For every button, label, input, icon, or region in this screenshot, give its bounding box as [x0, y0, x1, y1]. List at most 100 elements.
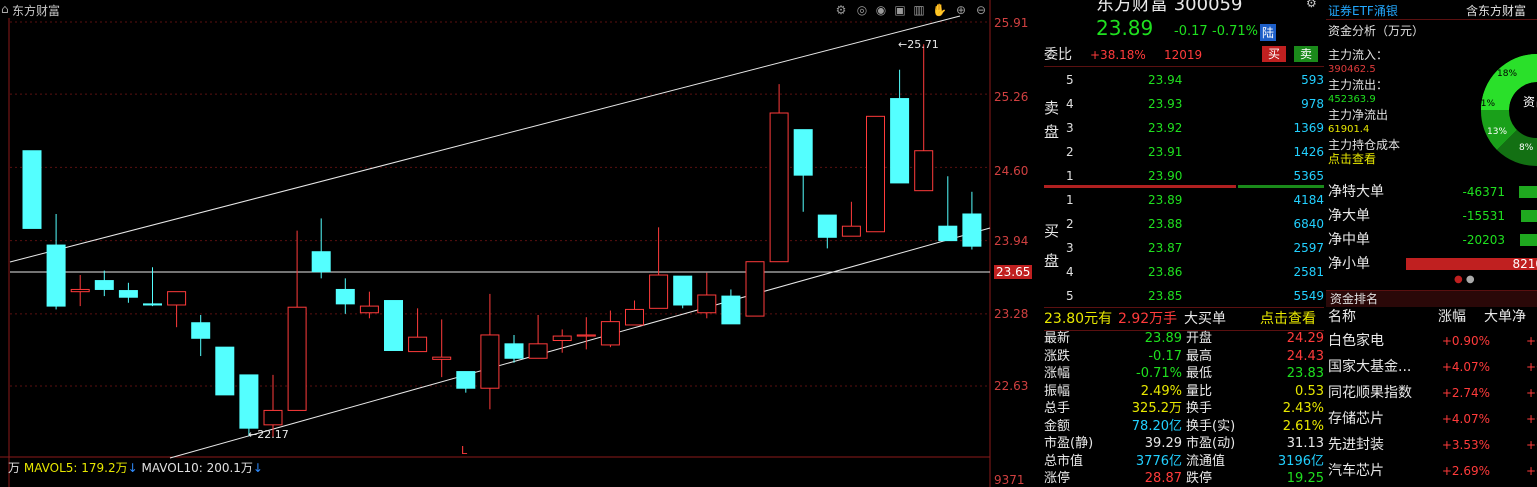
- order-volume: 593: [1301, 73, 1324, 87]
- fund-tag-contains[interactable]: 含东方财富: [1466, 2, 1526, 19]
- fund-donut-chart: 18% 11% 13% 8% 资占: [1477, 54, 1537, 167]
- order-book-row[interactable]: 1 23.89 4184: [1044, 188, 1324, 212]
- candle-body[interactable]: [384, 300, 403, 351]
- rank-change: +2.69%: [1441, 464, 1490, 478]
- rank-row[interactable]: 国家大基金... +4.07% +6: [1326, 354, 1537, 380]
- net-flow-bar: [1521, 210, 1537, 222]
- candle-body[interactable]: [263, 409, 283, 426]
- candle-body[interactable]: [143, 303, 162, 306]
- sell-button[interactable]: 卖: [1294, 46, 1318, 62]
- order-book-row[interactable]: 3 23.92 1369: [1044, 116, 1324, 140]
- candle-body[interactable]: [649, 274, 669, 309]
- delete-icon[interactable]: ▥: [912, 3, 926, 17]
- target-icon[interactable]: ◎: [855, 3, 869, 17]
- zoom-in-icon[interactable]: ⊕: [954, 3, 968, 17]
- stat-value: 28.87: [1144, 471, 1182, 486]
- rank-col-name[interactable]: 名称: [1328, 306, 1356, 328]
- rank-row[interactable]: 先进封装 +3.53% +6: [1326, 432, 1537, 458]
- buy-button[interactable]: 买: [1262, 46, 1286, 62]
- candle-body[interactable]: [191, 322, 211, 339]
- quote-panel-menu-icon[interactable]: ⚙: [1306, 0, 1317, 10]
- rank-row[interactable]: 同花顺果指数 +2.74% +6: [1326, 380, 1537, 406]
- candle-body[interactable]: [938, 225, 958, 242]
- order-book-row[interactable]: 2 23.88 6840: [1044, 212, 1324, 236]
- candle-body[interactable]: [311, 251, 331, 273]
- candle-body[interactable]: [769, 112, 789, 263]
- candle-body[interactable]: [745, 261, 765, 317]
- rank-row[interactable]: 汽车芯片 +2.69% +6: [1326, 458, 1537, 484]
- candle-body[interactable]: [793, 129, 813, 176]
- donut-center: 资占: [1523, 94, 1537, 109]
- order-level: 2: [1066, 145, 1074, 159]
- candle-body[interactable]: [866, 115, 885, 233]
- candle-body[interactable]: [167, 291, 187, 306]
- candle-body[interactable]: [625, 308, 644, 326]
- candle-body[interactable]: [841, 225, 861, 237]
- candle-body[interactable]: [46, 244, 66, 307]
- candle-body[interactable]: [528, 343, 548, 359]
- price-axis-label: 23.28: [994, 307, 1029, 321]
- fund-link[interactable]: 点击查看: [1328, 150, 1376, 167]
- candle-body[interactable]: [673, 275, 693, 306]
- candle-body[interactable]: [118, 290, 138, 298]
- order-price: 23.85: [1148, 289, 1183, 303]
- net-flow-label: 净中单: [1328, 232, 1370, 248]
- order-price: 23.92: [1148, 121, 1183, 135]
- candle-body[interactable]: [576, 334, 596, 337]
- candle-body[interactable]: [456, 371, 476, 389]
- candle-body[interactable]: [817, 214, 837, 238]
- quote-stat-row: 涨跌 -0.17 最高 24.43: [1044, 348, 1324, 365]
- candle-body[interactable]: [552, 335, 572, 341]
- rank-col-big[interactable]: 大单净: [1484, 306, 1526, 328]
- zoom-out-icon[interactable]: ⊖: [974, 3, 988, 17]
- rank-row[interactable]: 存储芯片 +4.07% +6: [1326, 406, 1537, 432]
- candle-body[interactable]: [408, 336, 428, 353]
- candle-body[interactable]: [215, 346, 235, 396]
- rank-row[interactable]: 白色家电 +0.90% +6: [1326, 328, 1537, 354]
- candle-body[interactable]: [914, 150, 934, 192]
- rank-big: +6: [1526, 334, 1537, 348]
- order-book-row[interactable]: 5 23.85 5549: [1044, 284, 1324, 308]
- stat-label: 量比: [1186, 383, 1213, 399]
- candle-body[interactable]: [70, 288, 90, 293]
- candle-body[interactable]: [962, 213, 982, 247]
- stat-value: 2.43%: [1282, 401, 1324, 416]
- settings-icon[interactable]: ⚙: [834, 3, 848, 17]
- stat-value: 23.89: [1144, 331, 1182, 346]
- candle-body[interactable]: [697, 294, 717, 314]
- order-book-row[interactable]: 4 23.86 2581: [1044, 260, 1324, 284]
- candle-body[interactable]: [890, 98, 910, 184]
- order-volume: 6840: [1293, 217, 1324, 231]
- order-book-row[interactable]: 5 23.94 593: [1044, 68, 1324, 92]
- stat-value: 2.49%: [1140, 383, 1182, 399]
- candle-body[interactable]: [504, 343, 524, 359]
- kline-chart[interactable]: ←25.71 ←22.17 L: [0, 0, 1044, 487]
- candle-body[interactable]: [94, 280, 114, 290]
- candle-body[interactable]: [480, 334, 500, 389]
- eye-icon[interactable]: ◉: [874, 3, 888, 17]
- rank-col-change[interactable]: 涨幅: [1438, 306, 1466, 328]
- candle-body[interactable]: [721, 295, 741, 325]
- stat-label: 开盘: [1186, 331, 1213, 346]
- pan-icon[interactable]: ✋: [932, 3, 947, 17]
- candle-body[interactable]: [432, 356, 452, 360]
- order-book-row[interactable]: 2 23.91 1426: [1044, 140, 1324, 164]
- candle-body[interactable]: [359, 305, 379, 314]
- candle-body[interactable]: [335, 288, 355, 305]
- candle-body[interactable]: [22, 150, 42, 229]
- big-order-link[interactable]: 点击查看: [1260, 308, 1316, 330]
- order-book-row[interactable]: 3 23.87 2597: [1044, 236, 1324, 260]
- price-axis-label: 23.94: [994, 234, 1029, 248]
- order-book-row[interactable]: 4 23.93 978: [1044, 92, 1324, 116]
- high-annotation: ←25.71: [898, 38, 939, 51]
- net-flow-bar: [1520, 234, 1537, 246]
- weibi-value: +38.18%: [1090, 48, 1146, 62]
- fund-tag-etf[interactable]: 证券ETF涌银: [1328, 2, 1398, 19]
- lock-icon[interactable]: ▣: [893, 3, 907, 17]
- candle-body[interactable]: [287, 306, 307, 411]
- big-order-price: 23.80元有: [1044, 311, 1113, 327]
- candle-body[interactable]: [600, 321, 620, 346]
- candle-body[interactable]: [239, 374, 259, 429]
- donut-label-4: 8%: [1519, 143, 1534, 153]
- quote-stat-row: 涨停 28.87 跌停 19.25: [1044, 470, 1324, 487]
